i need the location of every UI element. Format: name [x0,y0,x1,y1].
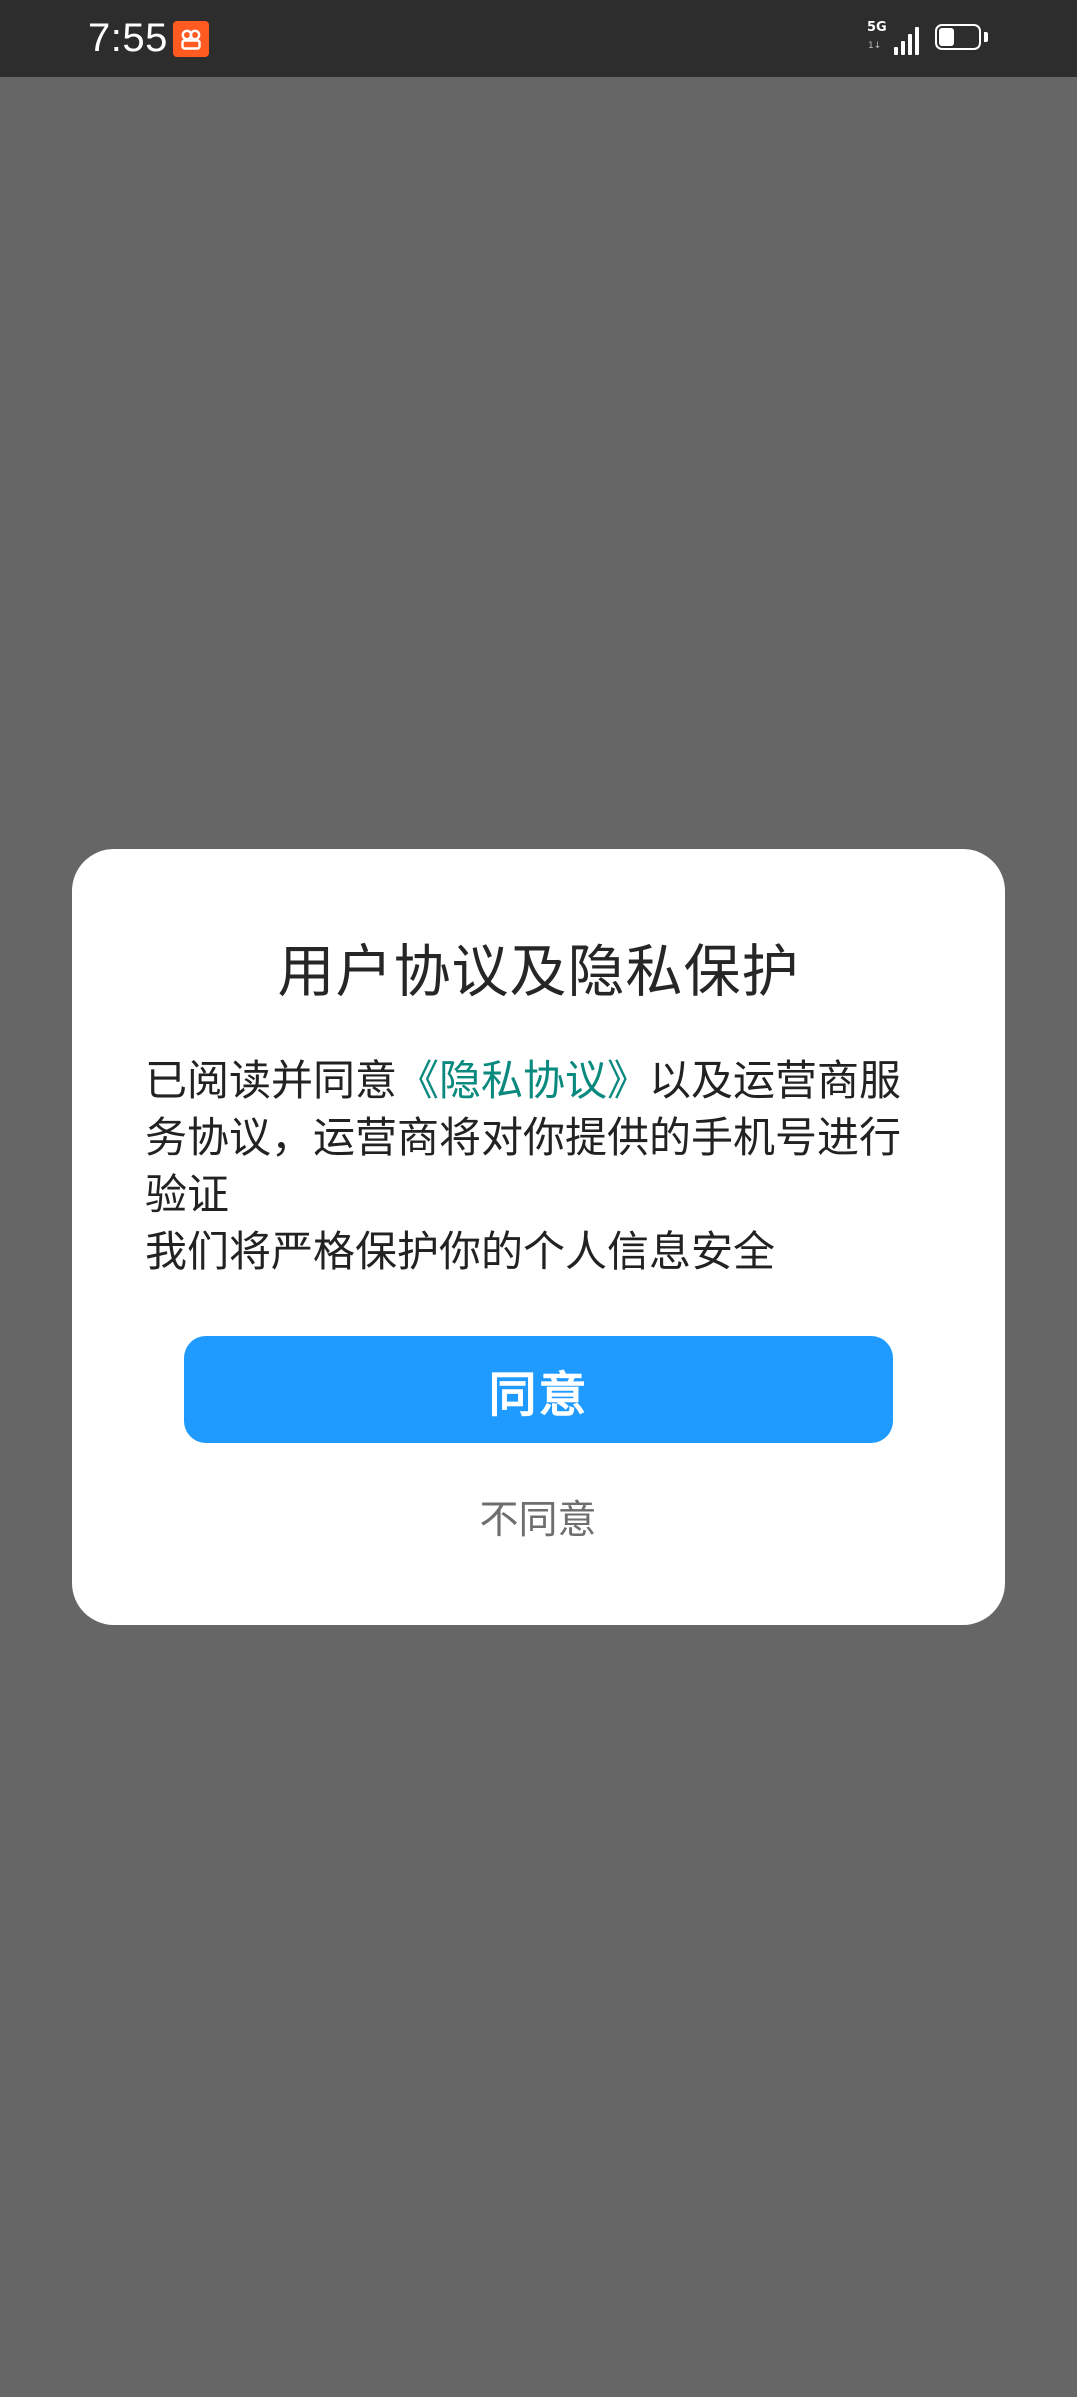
dialog-title: 用户协议及隐私保护 [277,939,800,1005]
privacy-agreement-link[interactable]: 《隐私协议》 [397,1056,649,1105]
status-time: 7:55 [88,16,168,60]
app-notification-icon [173,21,209,57]
dialog-body: 已阅读并同意《隐私协议》以及运营商服务协议，运营商将对你提供的手机号进行验证 我们… [145,1052,935,1280]
status-bar: 7:55 5G 1↓ [0,0,1077,77]
network-activity-label: 1↓ [868,41,882,51]
dialog-body-intro: 已阅读并同意 [145,1056,398,1105]
privacy-dialog: 用户协议及隐私保护 已阅读并同意《隐私协议》以及运营商服务协议，运营商将对你提供… [72,849,1005,1625]
network-type-label: 5G [867,20,887,35]
battery-level-fill [939,28,954,46]
disagree-button[interactable]: 不同意 [388,1489,688,1553]
dialog-body-closing: 我们将严格保护你的个人信息安全 [145,1227,776,1276]
battery-icon [935,24,989,54]
status-indicators: 5G 1↓ [867,18,989,60]
agree-button[interactable]: 同意 [184,1336,893,1443]
signal-bars [894,27,919,55]
signal-icon: 5G 1↓ [867,19,919,59]
